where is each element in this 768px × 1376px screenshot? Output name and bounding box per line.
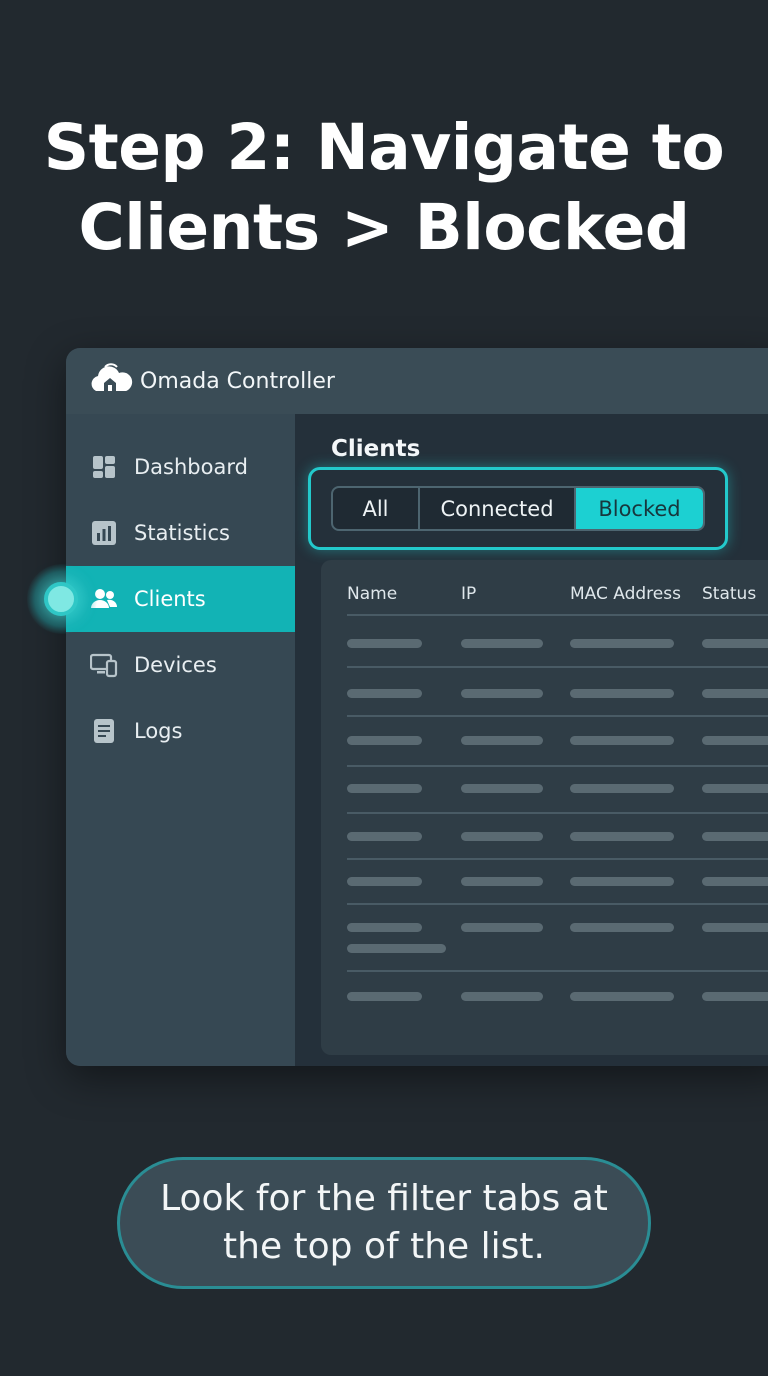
brand-name: Omada [140,368,220,394]
sidebar-item-label: Statistics [134,521,230,545]
dashboard-icon [90,453,118,481]
row-divider [347,970,768,972]
brand-suffix: Controller [219,368,335,394]
sidebar-item-clients[interactable]: Clients [66,566,295,632]
document-icon [90,717,118,745]
omada-logo-icon [91,363,133,391]
column-header-mac: MAC Address [570,584,681,604]
sidebar-item-label: Logs [134,719,183,743]
column-header-ip: IP [461,584,477,604]
app-brand: Omada Controller [140,369,335,394]
clients-panel: Clients All Connected Blocked Name IP MA… [295,414,768,1066]
click-indicator [44,582,78,616]
headline-line-2: Clients > Blocked [78,191,690,264]
row-divider [347,858,768,860]
sidebar-item-label: Dashboard [134,455,248,479]
sidebar-item-statistics[interactable]: Statistics [66,500,295,566]
app-titlebar: Omada Controller [66,348,768,414]
tip-text: Look for the filter tabs at the top of t… [160,1178,608,1267]
sidebar-item-label: Devices [134,653,217,677]
row-divider [347,765,768,767]
tab-connected[interactable]: Connected [420,488,576,529]
row-divider [347,715,768,717]
clients-table: Name IP MAC Address Status [321,560,768,1055]
headline-line-1: Step 2: Navigate to [43,111,725,184]
bar-chart-icon [90,519,118,547]
sidebar: Dashboard Statistics Clients Devices Log… [66,414,295,1066]
row-divider [347,666,768,668]
tab-all[interactable]: All [333,488,420,529]
sidebar-item-logs[interactable]: Logs [66,698,295,764]
sidebar-item-dashboard[interactable]: Dashboard [66,434,295,500]
column-header-name: Name [347,584,398,604]
row-divider [347,812,768,814]
sidebar-item-label: Clients [134,587,206,611]
tip-bubble: Look for the filter tabs at the top of t… [117,1157,651,1289]
devices-icon [90,651,118,679]
sidebar-item-devices[interactable]: Devices [66,632,295,698]
column-header-status: Status [702,584,757,604]
filter-tabs: All Connected Blocked [331,486,705,531]
row-divider [347,903,768,905]
header-divider [347,614,768,616]
tab-blocked[interactable]: Blocked [576,488,703,529]
step-headline: Step 2: Navigate to Clients > Blocked [0,108,768,268]
omada-controller-window: Omada Controller Dashboard Statistics Cl… [66,348,768,1066]
page-title: Clients [331,436,421,462]
